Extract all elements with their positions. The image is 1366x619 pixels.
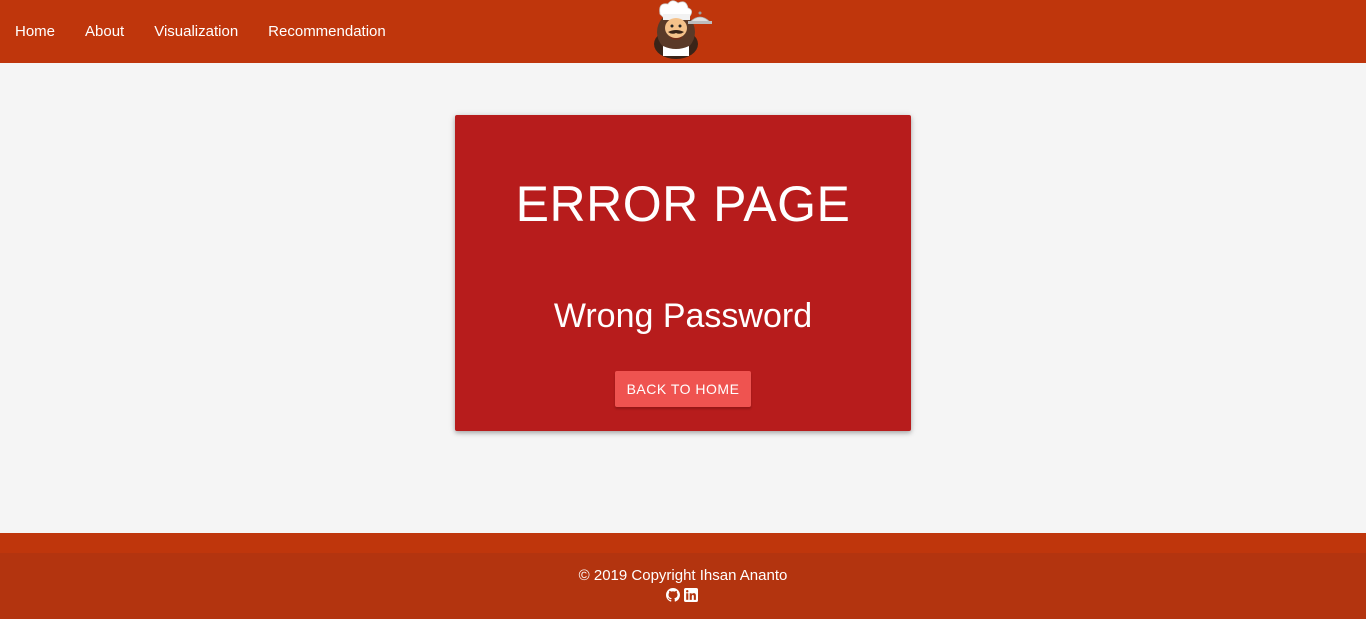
github-icon[interactable] xyxy=(666,588,680,602)
nav-link-about[interactable]: About xyxy=(85,0,124,63)
copyright-text: © 2019 Copyright Ihsan Ananto xyxy=(578,567,788,584)
error-title: ERROR PAGE xyxy=(515,176,851,232)
error-message: Wrong Password xyxy=(553,297,813,335)
chef-logo-icon[interactable] xyxy=(650,0,714,60)
social-links xyxy=(666,588,698,602)
back-to-home-button[interactable]: BACK TO HOME xyxy=(615,371,751,407)
navbar: Home About Visualization Recommendation xyxy=(0,0,1366,63)
main-content: ERROR PAGE Wrong Password BACK TO HOME xyxy=(0,63,1366,533)
linkedin-icon[interactable] xyxy=(684,588,698,602)
footer-inner xyxy=(0,553,1366,619)
nav-link-home[interactable]: Home xyxy=(15,0,55,63)
nav-link-visualization[interactable]: Visualization xyxy=(154,0,238,63)
nav-link-recommendation[interactable]: Recommendation xyxy=(268,0,386,63)
error-card: ERROR PAGE Wrong Password BACK TO HOME xyxy=(455,115,911,431)
footer: © 2019 Copyright Ihsan Ananto xyxy=(0,533,1366,619)
nav-links: Home About Visualization Recommendation xyxy=(15,0,416,63)
